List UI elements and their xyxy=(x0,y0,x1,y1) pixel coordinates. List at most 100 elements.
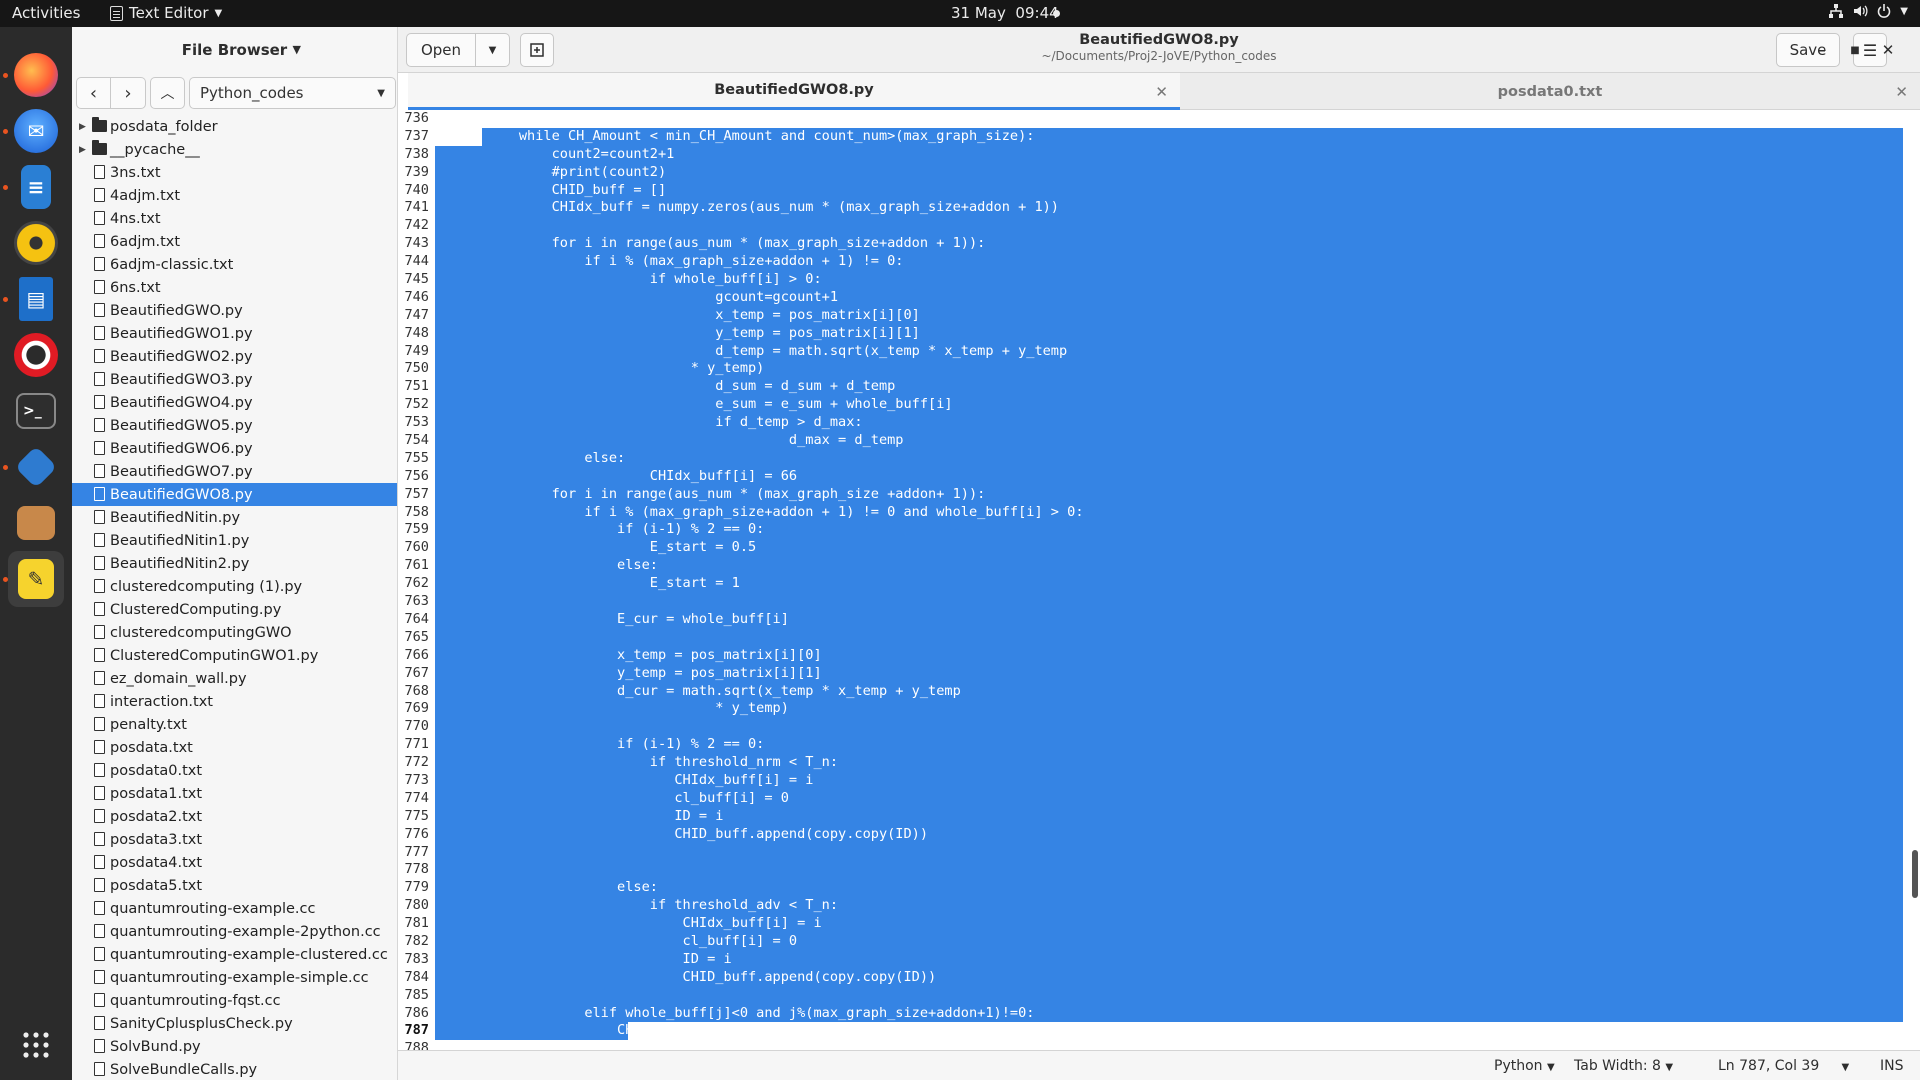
code-line[interactable]: 774 cl_buff[i] = 0 xyxy=(398,789,1903,808)
file-row[interactable]: SanityCplusplusCheck.py xyxy=(72,1012,397,1035)
file-row[interactable]: posdata.txt xyxy=(72,736,397,759)
file-row[interactable]: posdata4.txt xyxy=(72,851,397,874)
file-row[interactable]: SolveBundleCalls.py xyxy=(72,1058,397,1080)
file-row[interactable]: quantumrouting-example-simple.cc xyxy=(72,966,397,989)
code-line[interactable]: 753 if d_temp > d_max: xyxy=(398,414,1903,433)
scrollbar[interactable] xyxy=(1912,850,1918,898)
file-row[interactable]: BeautifiedGWO1.py xyxy=(72,322,397,345)
file-row[interactable]: BeautifiedGWO8.py xyxy=(72,483,397,506)
code-line[interactable]: 769 * y_temp) xyxy=(398,700,1903,719)
system-tray[interactable]: ▼ xyxy=(1828,3,1908,19)
terminal-icon[interactable]: >_ xyxy=(8,383,64,439)
file-row[interactable]: posdata2.txt xyxy=(72,805,397,828)
remmina-icon[interactable] xyxy=(8,439,64,495)
file-row[interactable]: quantumrouting-example-clustered.cc xyxy=(72,943,397,966)
tab-posdata0[interactable]: posdata0.txt ✕ xyxy=(1180,73,1920,110)
code-line[interactable]: 754 d_max = d_temp xyxy=(398,432,1903,450)
code-line[interactable]: 779 else: xyxy=(398,879,1903,898)
file-row[interactable]: posdata3.txt xyxy=(72,828,397,851)
code-line[interactable]: 742 xyxy=(398,217,1903,236)
code-line[interactable]: 762 E_start = 1 xyxy=(398,575,1903,594)
file-row[interactable]: BeautifiedGWO6.py xyxy=(72,437,397,460)
maximize-button[interactable]: ■ xyxy=(1845,40,1865,60)
code-line[interactable]: 757 for i in range(aus_num * (max_graph_… xyxy=(398,485,1903,504)
code-line[interactable]: 759 if (i-1) % 2 == 0: xyxy=(398,521,1903,540)
show-apps-icon[interactable] xyxy=(8,1017,64,1073)
file-row[interactable]: SolvBund.py xyxy=(72,1035,397,1058)
software-center-icon[interactable] xyxy=(8,495,64,551)
tab-beautifiedgwo8[interactable]: BeautifiedGWO8.py ✕ xyxy=(408,73,1180,110)
code-line[interactable]: 773 CHIdx_buff[i] = i xyxy=(398,771,1903,790)
file-row[interactable]: BeautifiedNitin2.py xyxy=(72,552,397,575)
file-row[interactable]: 3ns.txt xyxy=(72,161,397,184)
code-line[interactable]: 755 else: xyxy=(398,449,1903,468)
close-icon[interactable]: ✕ xyxy=(1895,83,1908,101)
file-row[interactable]: quantumrouting-example.cc xyxy=(72,897,397,920)
code-line[interactable]: 781 CHIdx_buff[i] = i xyxy=(398,915,1903,933)
file-row[interactable]: 6adjm-classic.txt xyxy=(72,253,397,276)
file-browser-header[interactable]: File Browser ▼ xyxy=(72,27,397,73)
code-line[interactable]: 739 #print(count2) xyxy=(398,163,1903,182)
code-line[interactable]: 751 d_sum = d_sum + d_temp xyxy=(398,378,1903,397)
code-line[interactable]: 777 xyxy=(398,843,1903,862)
code-line[interactable]: 770 xyxy=(398,718,1903,737)
code-line[interactable]: 764 E_cur = whole_buff[i] xyxy=(398,610,1903,629)
file-row[interactable]: BeautifiedGWO.py xyxy=(72,299,397,322)
code-line[interactable]: 783 ID = i xyxy=(398,950,1903,969)
thunderbird-icon[interactable]: ✉ xyxy=(8,103,64,159)
clock[interactable]: 31 May 09:44 xyxy=(951,4,1059,22)
file-row[interactable]: quantumrouting-example-2python.cc xyxy=(72,920,397,943)
back-button[interactable]: ‹ xyxy=(76,77,111,109)
help-icon[interactable] xyxy=(8,327,64,383)
code-editor[interactable]: 736 737 while CH_Amount < min_CH_Amount a… xyxy=(398,110,1920,1050)
code-line[interactable]: 776 CHID_buff.append(copy.copy(ID)) xyxy=(398,825,1903,844)
code-line[interactable]: 772 if threshold_nrm < T_n: xyxy=(398,754,1903,772)
file-row[interactable]: interaction.txt xyxy=(72,690,397,713)
code-line[interactable]: 756 CHIdx_buff[i] = 66 xyxy=(398,467,1903,486)
insert-mode[interactable]: INS xyxy=(1880,1058,1904,1074)
new-document-button[interactable] xyxy=(520,33,554,67)
folder-row[interactable]: ▶ __pycache__ xyxy=(72,138,397,161)
file-row[interactable]: BeautifiedGWO3.py xyxy=(72,368,397,391)
code-line[interactable]: 760 E_start = 0.5 xyxy=(398,539,1903,558)
file-row[interactable]: ez_domain_wall.py xyxy=(72,667,397,690)
code-line[interactable]: 752 e_sum = e_sum + whole_buff[i] xyxy=(398,396,1903,415)
code-line[interactable]: 747 x_temp = pos_matrix[i][0] xyxy=(398,306,1903,325)
text-editor-icon[interactable]: ✎ xyxy=(8,551,64,607)
forward-button[interactable]: › xyxy=(111,77,146,109)
app-menu[interactable]: Text Editor ▼ xyxy=(110,4,222,22)
close-icon[interactable]: ✕ xyxy=(1155,83,1168,101)
file-row[interactable]: BeautifiedNitin.py xyxy=(72,506,397,529)
writer-doc-icon[interactable]: ▤ xyxy=(8,271,64,327)
file-row[interactable]: quantumrouting-fqst.cc xyxy=(72,989,397,1012)
code-line[interactable]: 743 for i in range(aus_num * (max_graph_… xyxy=(398,235,1903,254)
code-line[interactable]: 745 if whole_buff[i] > 0: xyxy=(398,271,1903,289)
code-line[interactable]: 763 xyxy=(398,593,1903,611)
minimize-button[interactable]: – xyxy=(1812,40,1832,60)
expand-arrow-icon[interactable]: ▶ xyxy=(79,122,86,132)
file-row[interactable]: posdata5.txt xyxy=(72,874,397,897)
cursor-position[interactable]: Ln 787, Col 39 ▼ xyxy=(1718,1058,1849,1074)
code-line[interactable]: 771 if (i-1) % 2 == 0: xyxy=(398,736,1903,755)
rhythmbox-icon[interactable] xyxy=(8,215,64,271)
folder-row[interactable]: ▶ posdata_folder xyxy=(72,115,397,138)
activities-button[interactable]: Activities xyxy=(12,4,80,22)
code-line[interactable]: 766 x_temp = pos_matrix[i][0] xyxy=(398,646,1903,665)
code-line[interactable]: 778 xyxy=(398,861,1903,880)
code-line[interactable]: 775 ID = i xyxy=(398,807,1903,826)
code-line[interactable]: 738 count2=count2+1 xyxy=(398,145,1903,164)
close-window-button[interactable]: ✕ xyxy=(1878,40,1898,60)
file-row[interactable]: penalty.txt xyxy=(72,713,397,736)
file-row[interactable]: 4ns.txt xyxy=(72,207,397,230)
code-line[interactable]: 749 d_temp = math.sqrt(x_temp * x_temp +… xyxy=(398,342,1903,361)
code-line[interactable]: 767 y_temp = pos_matrix[i][1] xyxy=(398,664,1903,683)
code-line[interactable]: 740 CHID_buff = [] xyxy=(398,181,1903,200)
parent-folder-button[interactable]: ︿ xyxy=(150,77,185,109)
file-row[interactable]: posdata1.txt xyxy=(72,782,397,805)
code-line[interactable]: 780 if threshold_adv < T_n: xyxy=(398,897,1903,916)
code-line[interactable]: 748 y_temp = pos_matrix[i][1] xyxy=(398,324,1903,343)
file-row[interactable]: clusteredcomputingGWO xyxy=(72,621,397,644)
code-line[interactable]: 736 xyxy=(398,110,1903,128)
file-row[interactable]: BeautifiedGWO7.py xyxy=(72,460,397,483)
code-line[interactable]: 741 CHIdx_buff = numpy.zeros(aus_num * (… xyxy=(398,199,1903,218)
